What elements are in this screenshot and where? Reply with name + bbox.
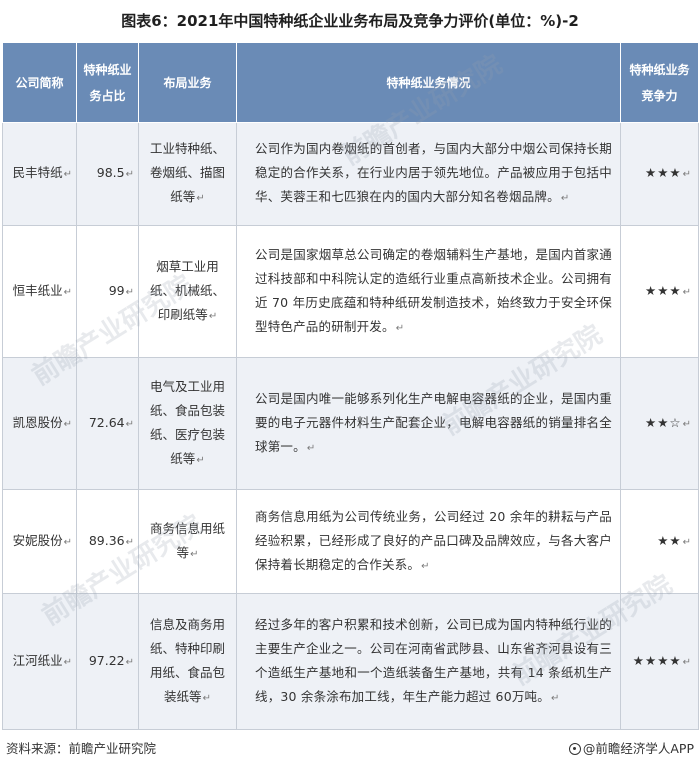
header-business-layout: 布局业务 — [138, 42, 237, 123]
table-row: 江河纸业↵ 97.22↵ 信息及商务用纸、特种印刷用纸、食品包装纸等↵ 经过多年… — [2, 593, 699, 730]
company-table: 公司简称 特种纸业务占比 布局业务 特种纸业务情况 特种纸业务竞争力 民丰特纸↵… — [2, 42, 699, 730]
company-name-cell: 凯恩股份↵ — [2, 357, 77, 490]
rating-cell: ★★★↵ — [620, 122, 699, 226]
table-row: 民丰特纸↵ 98.5↵ 工业特种纸、卷烟纸、描图纸等↵ 公司作为国内卷烟纸的首创… — [2, 122, 699, 226]
rating-cell: ★★↵ — [620, 489, 699, 594]
table-row: 恒丰纸业↵ 99↵ 烟草工业用纸、机械纸、印刷纸等↵ 公司是国家烟草总公司确定的… — [2, 225, 699, 358]
layout-cell: 烟草工业用纸、机械纸、印刷纸等↵ — [138, 225, 237, 358]
share-cell: 72.64↵ — [76, 357, 139, 490]
layout-cell: 电气及工业用纸、食品包装纸、医疗包装纸等↵ — [138, 357, 237, 490]
brand-text: @前瞻经济学人APP — [582, 741, 694, 756]
header-business-description: 特种纸业务情况 — [236, 42, 621, 123]
rating-cell: ★★★★↵ — [620, 593, 699, 730]
brand-label: @前瞻经济学人APP — [568, 738, 694, 757]
chart-title: 图表6：2021年中国特种纸企业业务布局及竞争力评价(单位：%)-2 — [121, 12, 579, 30]
table-row: 凯恩股份↵ 72.64↵ 电气及工业用纸、食品包装纸、医疗包装纸等↵ 公司是国内… — [2, 357, 699, 490]
table-header-row: 公司简称 特种纸业务占比 布局业务 特种纸业务情况 特种纸业务竞争力 — [2, 42, 699, 123]
header-company-name: 公司简称 — [2, 42, 77, 123]
description-cell: 公司是国内唯一能够系列化生产电解电容器纸的企业，是国内重要的电子元器件材料生产配… — [236, 357, 621, 490]
description-cell: 公司是国家烟草总公司确定的卷烟辅料生产基地，是国内首家通过科技部和中科院认定的造… — [236, 225, 621, 358]
layout-cell: 商务信息用纸等↵ — [138, 489, 237, 594]
share-cell: 97.22↵ — [76, 593, 139, 730]
share-cell: 98.5↵ — [76, 122, 139, 226]
header-competitiveness: 特种纸业务竞争力 — [620, 42, 699, 123]
description-cell: 公司作为国内卷烟纸的首创者，与国内大部分中烟公司保持长期稳定的合作关系，在行业内… — [236, 122, 621, 226]
description-cell: 经过多年的客户积累和技术创新，公司已成为国内特种纸行业的主要生产企业之一。公司在… — [236, 593, 621, 730]
company-name-cell: 江河纸业↵ — [2, 593, 77, 730]
company-name-cell: 安妮股份↵ — [2, 489, 77, 594]
share-cell: 89.36↵ — [76, 489, 139, 594]
source-note: 资料来源：前瞻产业研究院 — [6, 741, 157, 756]
layout-cell: 信息及商务用纸、特种印刷用纸、食品包装纸等↵ — [138, 593, 237, 730]
share-cell: 99↵ — [76, 225, 139, 358]
rating-cell: ★★★↵ — [620, 225, 699, 358]
rating-cell: ★★☆↵ — [620, 357, 699, 490]
header-business-share: 特种纸业务占比 — [76, 42, 139, 123]
layout-cell: 工业特种纸、卷烟纸、描图纸等↵ — [138, 122, 237, 226]
brand-logo-icon — [568, 743, 581, 755]
table-row: 安妮股份↵ 89.36↵ 商务信息用纸等↵ 商务信息用纸为公司传统业务，公司经过… — [2, 489, 699, 594]
description-cell: 商务信息用纸为公司传统业务，公司经过 20 余年的耕耘与产品经验积累，已经形成了… — [236, 489, 621, 594]
company-name-cell: 民丰特纸↵ — [2, 122, 77, 226]
company-name-cell: 恒丰纸业↵ — [2, 225, 77, 358]
